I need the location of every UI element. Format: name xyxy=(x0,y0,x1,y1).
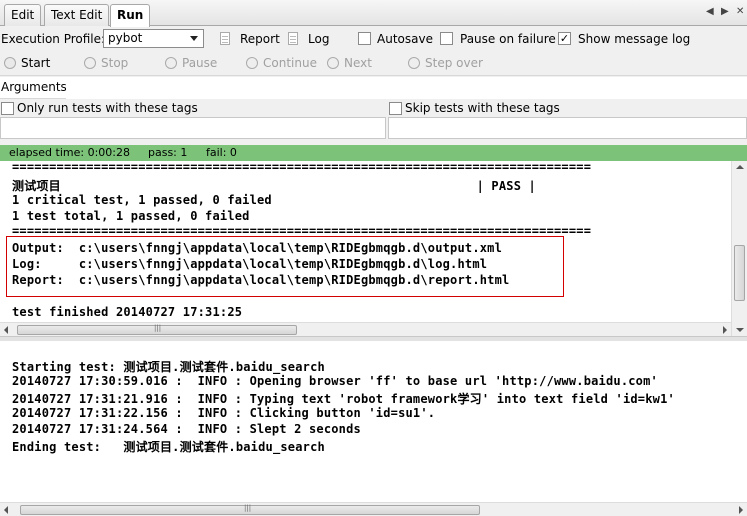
only-run-tags-input[interactable] xyxy=(0,117,386,139)
skip-tags-checkbox[interactable] xyxy=(389,102,402,115)
step-over-icon xyxy=(408,57,420,69)
log-line: 20140727 17:31:24.564 : INFO : Slept 2 s… xyxy=(12,422,361,436)
elapsed-time: elapsed time: 0:00:28 xyxy=(9,146,130,159)
continue-button[interactable]: Continue xyxy=(246,56,317,70)
output-vertical-scrollbar[interactable] xyxy=(731,161,747,336)
scroll-left-icon[interactable] xyxy=(4,326,8,334)
pause-icon xyxy=(165,57,177,69)
skip-tags-label: Skip tests with these tags xyxy=(405,101,560,115)
output-line: 1 critical test, 1 passed, 0 failed xyxy=(12,193,272,207)
tab-close-icon[interactable]: ✕ xyxy=(736,6,744,17)
report-button[interactable]: Report xyxy=(240,32,280,46)
stop-button[interactable]: Stop xyxy=(84,56,128,70)
scroll-left-icon[interactable] xyxy=(4,506,8,514)
pause-on-failure-checkbox[interactable] xyxy=(440,32,453,45)
output-files-highlight xyxy=(6,236,564,297)
chevron-down-icon xyxy=(190,36,198,41)
log-line: Ending test: 测试项目.测试套件.baidu_search xyxy=(12,440,325,454)
check-mark-icon: ✓ xyxy=(559,32,570,45)
only-run-tags-label: Only run tests with these tags xyxy=(17,101,198,115)
output-line: 测试项目 | PASS | xyxy=(12,179,536,193)
profile-row: Execution Profile: pybot Report Log Auto… xyxy=(0,27,747,50)
pause-label: Pause xyxy=(182,56,218,70)
log-line: 20140727 17:31:22.156 : INFO : Clicking … xyxy=(12,406,436,420)
show-message-log-label: Show message log xyxy=(578,32,691,46)
fail-count: fail: 0 xyxy=(206,146,237,159)
only-run-tags-checkbox[interactable] xyxy=(1,102,14,115)
status-bar: elapsed time: 0:00:28 pass: 1 fail: 0 xyxy=(0,145,747,161)
execution-profile-select[interactable]: pybot xyxy=(103,29,204,48)
show-message-log-checkbox[interactable]: ✓ xyxy=(558,32,571,45)
scroll-up-icon[interactable] xyxy=(736,165,744,169)
scroll-down-icon[interactable] xyxy=(736,328,744,332)
output-horizontal-scrollbar[interactable]: ||| xyxy=(0,322,731,336)
output-line: ========================================… xyxy=(12,161,592,174)
pass-count: pass: 1 xyxy=(148,146,188,159)
skip-tags-input[interactable] xyxy=(388,117,747,139)
stop-icon xyxy=(84,57,96,69)
tags-row: Only run tests with these tags Skip test… xyxy=(0,99,747,117)
output-console[interactable]: ========================================… xyxy=(0,161,731,322)
scroll-grip-icon: ||| xyxy=(154,324,162,332)
log-horizontal-scrollbar[interactable]: ||| xyxy=(0,502,747,516)
start-label: Start xyxy=(21,56,51,70)
scroll-right-icon[interactable] xyxy=(739,506,743,514)
log-line: 20140727 17:30:59.016 : INFO : Opening b… xyxy=(12,374,658,388)
scroll-grip-icon: ||| xyxy=(244,504,252,512)
next-label: Next xyxy=(344,56,372,70)
arguments-input[interactable] xyxy=(66,77,747,99)
message-log[interactable]: Starting test: 测试项目.测试套件.baidu_search 20… xyxy=(0,341,747,502)
report-file-icon xyxy=(220,32,230,45)
continue-icon xyxy=(246,57,258,69)
stop-label: Stop xyxy=(101,56,129,70)
log-line: 20140727 17:31:21.916 : INFO : Typing te… xyxy=(12,392,675,406)
execution-profile-label: Execution Profile: xyxy=(1,32,106,46)
step-over-label: Step over xyxy=(425,56,483,70)
scroll-right-icon[interactable] xyxy=(723,326,727,334)
tab-scroll-left-icon[interactable]: ◀ xyxy=(706,6,714,17)
tab-run[interactable]: Run xyxy=(110,4,151,27)
autosave-checkbox[interactable] xyxy=(358,32,371,45)
pause-on-failure-label: Pause on failure xyxy=(460,32,556,46)
arguments-label: Arguments: xyxy=(1,80,71,94)
tags-inputs-row xyxy=(0,117,747,139)
tab-text-edit[interactable]: Text Edit xyxy=(44,4,110,26)
pause-button[interactable]: Pause xyxy=(165,56,217,70)
tab-bar: Edit Text Edit Run ◀ ▶ ✕ xyxy=(0,0,747,27)
log-file-icon xyxy=(288,32,298,45)
play-icon xyxy=(4,57,16,69)
output-line: 1 test total, 1 passed, 0 failed xyxy=(12,209,250,223)
run-toolbar: Start Stop Pause Continue Next Step over xyxy=(0,51,747,76)
log-line: Starting test: 测试项目.测试套件.baidu_search xyxy=(12,360,325,374)
continue-label: Continue xyxy=(263,56,317,70)
scroll-thumb[interactable] xyxy=(734,245,745,301)
next-icon xyxy=(327,57,339,69)
log-button[interactable]: Log xyxy=(308,32,329,46)
start-button[interactable]: Start xyxy=(4,56,50,70)
tab-scroll-right-icon[interactable]: ▶ xyxy=(721,6,729,17)
arguments-row: Arguments: xyxy=(0,77,747,99)
tab-edit[interactable]: Edit xyxy=(4,4,42,26)
next-button[interactable]: Next xyxy=(327,56,372,70)
output-line: test finished 20140727 17:31:25 xyxy=(12,305,243,319)
autosave-label: Autosave xyxy=(377,32,433,46)
step-over-button[interactable]: Step over xyxy=(408,56,483,70)
execution-profile-value: pybot xyxy=(108,31,143,45)
